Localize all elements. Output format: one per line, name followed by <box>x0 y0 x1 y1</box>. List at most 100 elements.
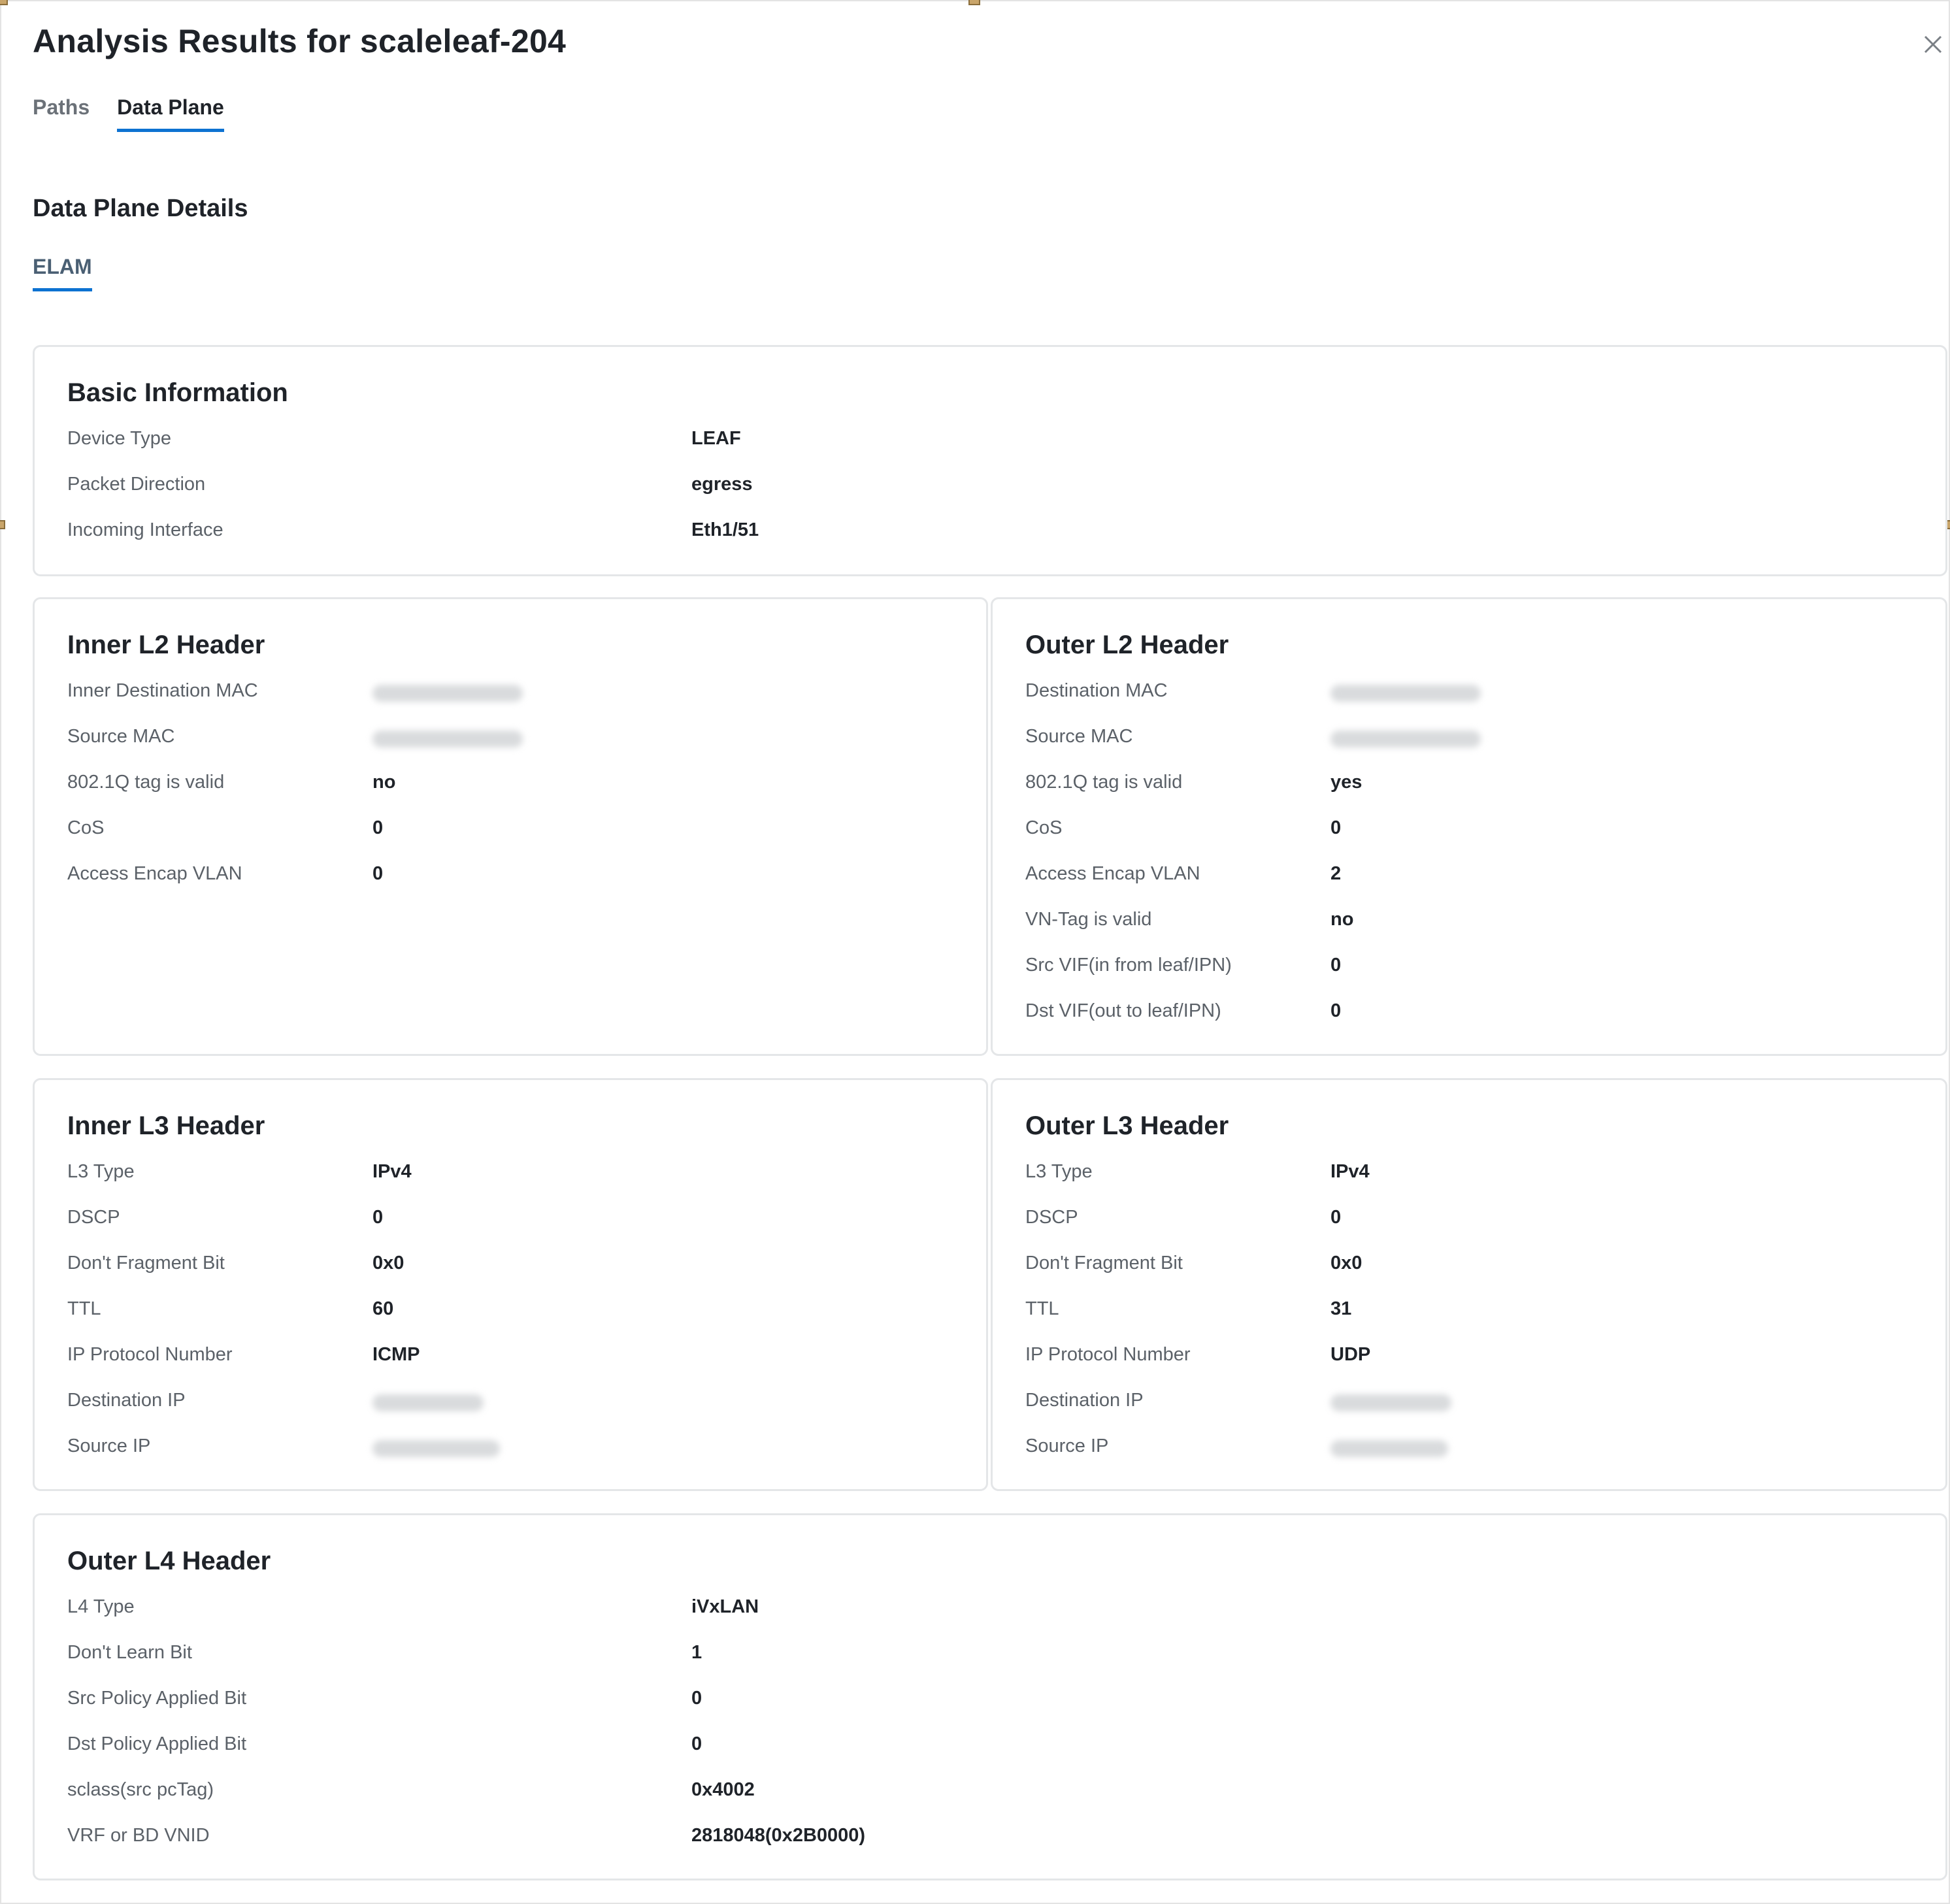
field-value: 0 <box>1330 955 1342 976</box>
info-row: Don't Fragment Bit 0x0 <box>1025 1253 1950 1279</box>
info-row: Src VIF(in from leaf/IPN) 0 <box>1025 955 1950 981</box>
field-value: 0 <box>372 817 384 838</box>
inner-l2-header-card: Inner L2 Header Inner Destination MAC So… <box>33 597 988 1056</box>
info-row: Don't Fragment Bit 0x0 <box>67 1253 1019 1279</box>
redacted-value <box>1330 1390 1451 1412</box>
field-label: TTL <box>1025 1298 1059 1319</box>
field-value: Eth1/51 <box>691 519 759 540</box>
field-label: DSCP <box>67 1207 120 1228</box>
tab-paths[interactable]: Paths <box>33 95 90 132</box>
field-value: 2818048(0x2B0000) <box>691 1825 866 1846</box>
field-value: IPv4 <box>1330 1161 1370 1182</box>
info-row: Incoming Interface Eth1/51 <box>67 519 1950 546</box>
field-value: ICMP <box>372 1344 420 1365</box>
field-value: 0 <box>1330 817 1342 838</box>
info-row: Access Encap VLAN 2 <box>1025 863 1950 889</box>
field-label: Device Type <box>67 428 172 449</box>
redacted-value <box>372 1436 500 1458</box>
field-label: Source MAC <box>1025 726 1133 747</box>
field-value: 0x0 <box>1330 1253 1363 1273</box>
info-row: CoS 0 <box>67 817 1019 844</box>
field-label: Don't Learn Bit <box>67 1642 192 1663</box>
field-value: 0x0 <box>372 1253 405 1273</box>
field-label: Destination IP <box>67 1390 186 1411</box>
card-title: Outer L3 Header <box>1025 1111 1229 1140</box>
resize-handle[interactable] <box>968 0 980 5</box>
info-row: Source MAC <box>67 726 1019 752</box>
info-row: L3 Type IPv4 <box>1025 1161 1950 1187</box>
field-value: 60 <box>372 1298 394 1319</box>
field-value: 0 <box>691 1733 702 1754</box>
redacted-value <box>1330 1436 1448 1458</box>
resize-handle[interactable] <box>0 520 5 529</box>
dialog-title: Analysis Results for scaleleaf-204 <box>33 23 567 59</box>
field-label: L3 Type <box>67 1161 135 1182</box>
field-label: Packet Direction <box>67 474 206 495</box>
info-row: TTL 60 <box>67 1298 1019 1324</box>
info-row: IP Protocol Number ICMP <box>67 1344 1019 1370</box>
field-value: 0 <box>372 863 384 884</box>
field-value: 2 <box>1330 863 1342 884</box>
field-label: Incoming Interface <box>67 519 223 540</box>
field-label: TTL <box>67 1298 101 1319</box>
field-label: Dst Policy Applied Bit <box>67 1733 247 1754</box>
info-row: Device Type LEAF <box>67 428 1950 454</box>
info-row: Dst VIF(out to leaf/IPN) 0 <box>1025 1000 1950 1026</box>
field-label: Source IP <box>67 1436 151 1456</box>
outer-l2-header-card: Outer L2 Header Destination MAC Source M… <box>991 597 1947 1056</box>
info-row: Destination IP <box>1025 1390 1950 1416</box>
field-label: Source MAC <box>67 726 175 747</box>
field-label: Don't Fragment Bit <box>67 1253 225 1273</box>
field-value: LEAF <box>691 428 741 449</box>
field-value: 0 <box>1330 1207 1342 1228</box>
info-row: DSCP 0 <box>67 1207 1019 1233</box>
card-title: Inner L2 Header <box>67 631 265 659</box>
redacted-value <box>1330 680 1481 702</box>
section-title: Data Plane Details <box>33 195 248 222</box>
info-row: L3 Type IPv4 <box>67 1161 1019 1187</box>
field-label: Inner Destination MAC <box>67 680 258 701</box>
field-label: IP Protocol Number <box>1025 1344 1191 1365</box>
info-row: L4 Type iVxLAN <box>67 1596 1950 1622</box>
field-label: VN-Tag is valid <box>1025 909 1152 930</box>
tab-data-plane[interactable]: Data Plane <box>117 95 224 132</box>
field-label: IP Protocol Number <box>67 1344 233 1365</box>
info-row: Don't Learn Bit 1 <box>67 1642 1950 1668</box>
field-value: no <box>1330 909 1354 930</box>
field-label: sclass(src pcTag) <box>67 1779 214 1800</box>
field-label: CoS <box>67 817 105 838</box>
info-row: Dst Policy Applied Bit 0 <box>67 1733 1950 1760</box>
info-row: VN-Tag is valid no <box>1025 909 1950 935</box>
field-label: L4 Type <box>67 1596 135 1617</box>
field-value: 1 <box>691 1642 702 1663</box>
outer-l3-header-card: Outer L3 Header L3 Type IPv4 DSCP 0 Don'… <box>991 1078 1947 1491</box>
field-label: Src VIF(in from leaf/IPN) <box>1025 955 1232 976</box>
redacted-value <box>1330 726 1481 748</box>
outer-l4-header-card: Outer L4 Header L4 Type iVxLAN Don't Lea… <box>33 1513 1947 1880</box>
field-label: CoS <box>1025 817 1063 838</box>
info-row: TTL 31 <box>1025 1298 1950 1324</box>
info-row: Source IP <box>67 1436 1019 1462</box>
field-label: VRF or BD VNID <box>67 1825 210 1846</box>
field-label: Destination IP <box>1025 1390 1144 1411</box>
basic-information-card: Basic Information Device Type LEAF Packe… <box>33 345 1947 576</box>
redacted-value <box>372 726 523 748</box>
info-row: Destination IP <box>67 1390 1019 1416</box>
redacted-value <box>372 1390 484 1412</box>
field-label: Access Encap VLAN <box>1025 863 1200 884</box>
field-label: DSCP <box>1025 1207 1078 1228</box>
redacted-value <box>372 680 523 702</box>
info-row: IP Protocol Number UDP <box>1025 1344 1950 1370</box>
info-row: 802.1Q tag is valid yes <box>1025 772 1950 798</box>
field-label: L3 Type <box>1025 1161 1093 1182</box>
info-row: Inner Destination MAC <box>67 680 1019 706</box>
resize-handle[interactable] <box>0 0 8 5</box>
field-value: 0 <box>372 1207 384 1228</box>
field-value: UDP <box>1330 1344 1371 1365</box>
info-row: Src Policy Applied Bit 0 <box>67 1688 1950 1714</box>
field-label: Don't Fragment Bit <box>1025 1253 1183 1273</box>
subtab-elam[interactable]: ELAM <box>33 255 92 291</box>
close-icon[interactable] <box>1920 31 1946 57</box>
info-row: Destination MAC <box>1025 680 1950 706</box>
card-title: Outer L2 Header <box>1025 631 1229 659</box>
